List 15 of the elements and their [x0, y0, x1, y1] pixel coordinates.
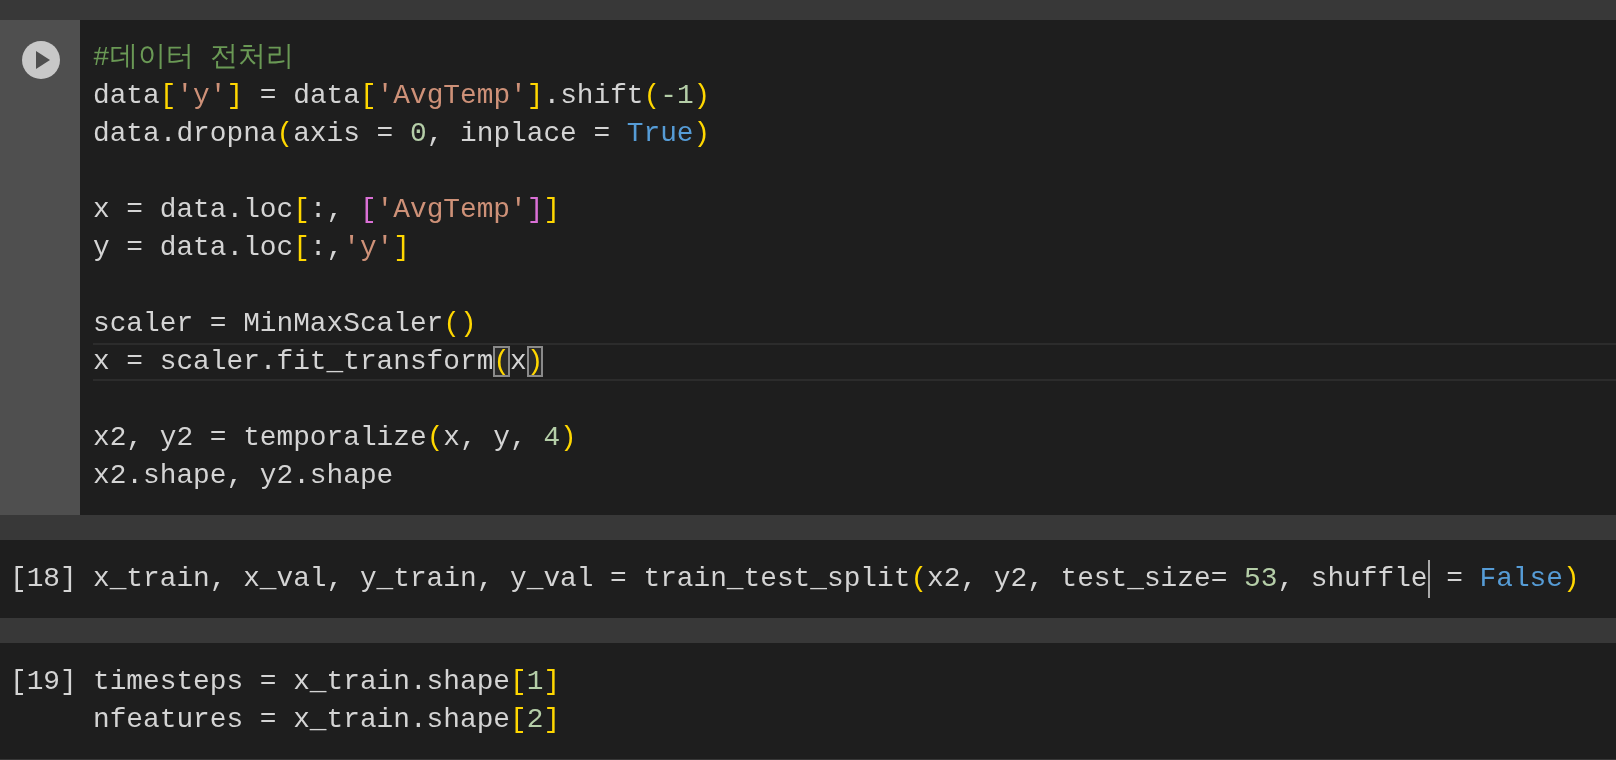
code-line: data.dropna(axis = 0, inplace = True) [93, 117, 711, 151]
execution-count: [19] [10, 665, 77, 699]
code-line: y = data.loc[:,'y'] [93, 231, 410, 265]
run-button[interactable] [22, 41, 60, 79]
code-line: x = scaler.fit_transform(x) [93, 343, 1616, 381]
code-line: data['y'] = data['AvgTemp'].shift(-1) [93, 79, 711, 113]
code-line: x2, y2 = temporalize(x, y, 4) [93, 421, 577, 455]
code-line: x2.shape, y2.shape [93, 459, 394, 493]
code-line: x_train, x_val, y_train, y_val = train_test_split(x2, y2, test_size= 53, shuffle = False) [93, 560, 1580, 598]
code-line: nfeatures = x_train.shape[2] [93, 703, 561, 737]
code-line: timesteps = x_train.shape[1] [93, 665, 561, 699]
execution-count: [18] [10, 562, 77, 596]
code-line: x = data.loc[:, ['AvgTemp']] [93, 193, 561, 227]
code-line: #데이터 전처리 [93, 41, 295, 75]
code-line: scaler = MinMaxScaler() [93, 307, 477, 341]
